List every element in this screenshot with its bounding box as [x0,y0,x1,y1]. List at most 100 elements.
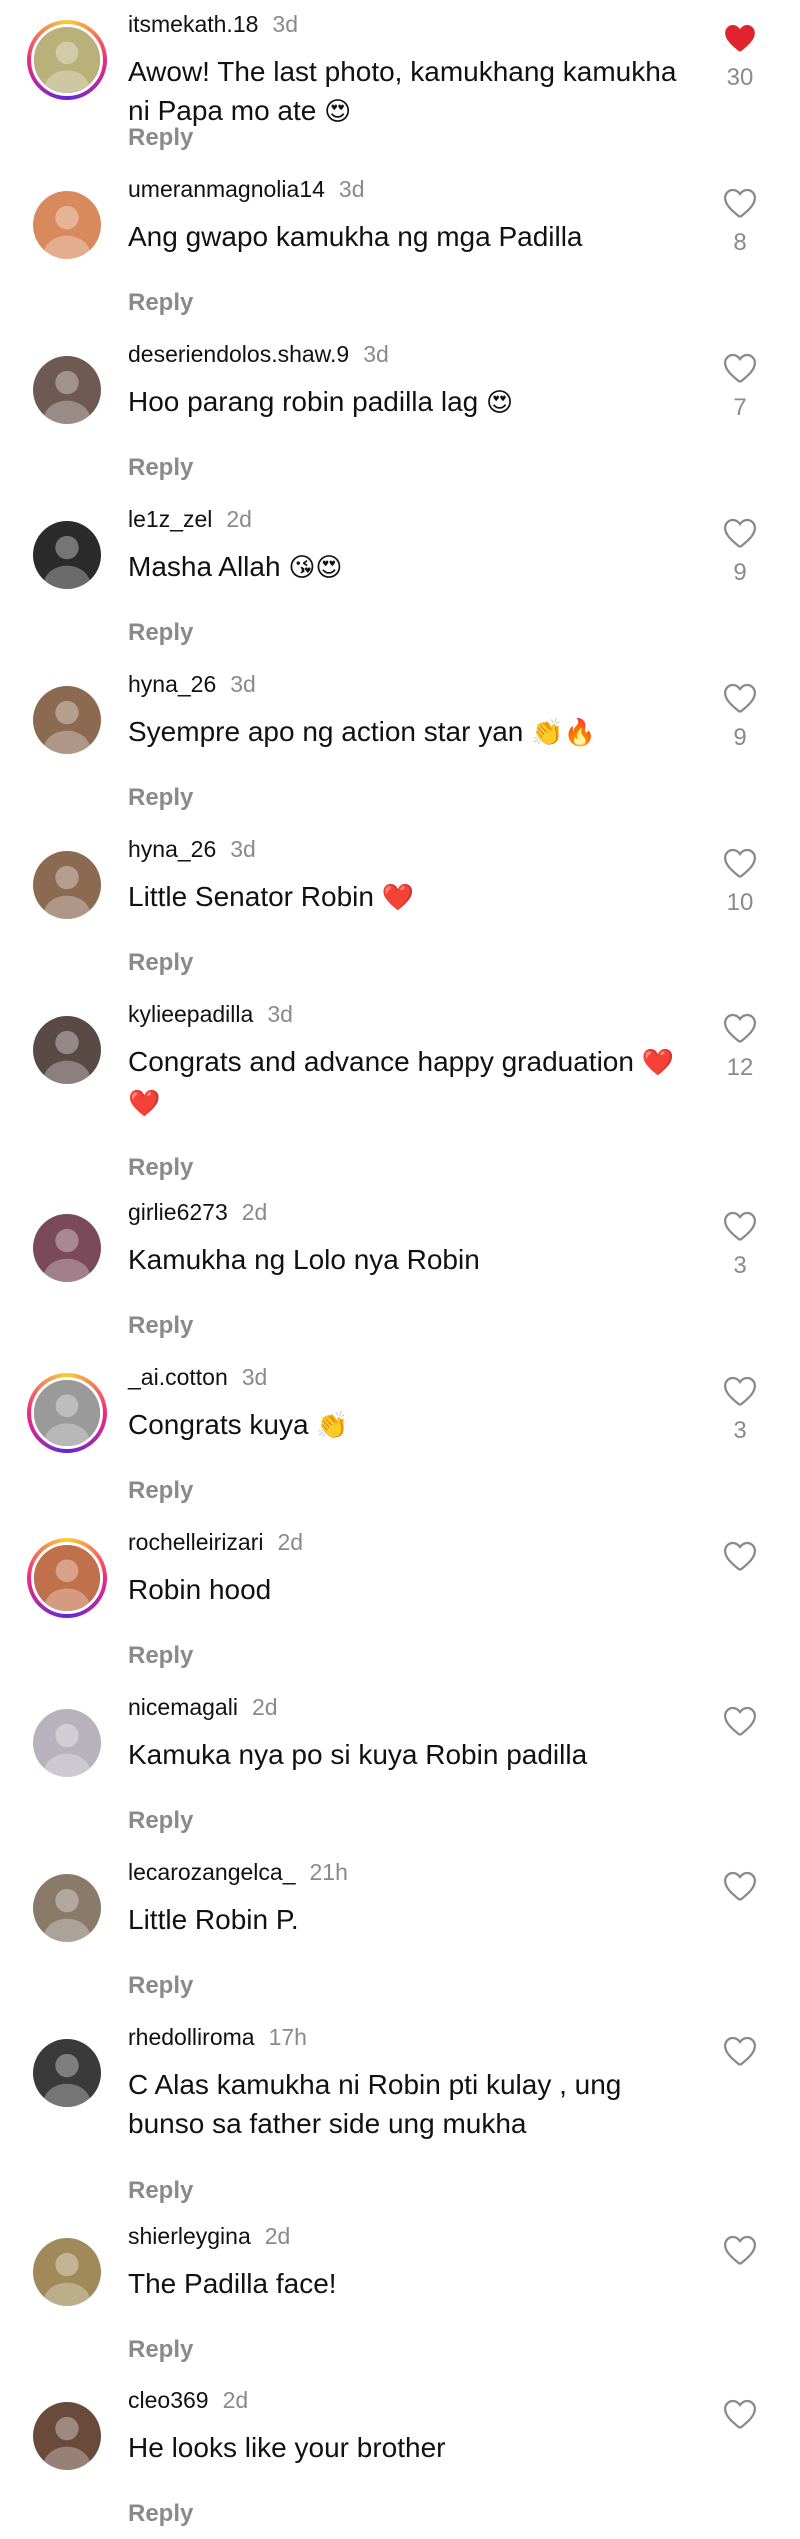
heart-icon[interactable] [712,352,768,384]
username-link[interactable]: nicemagali [128,1694,238,1720]
username-link[interactable]: lecarozangelca_ [128,1859,296,1885]
like-count: 30 [726,64,754,91]
avatar[interactable] [33,1874,101,1942]
heart-icon[interactable] [712,2398,768,2430]
heart-icon[interactable] [712,847,768,879]
avatar-wrap[interactable] [27,185,107,265]
heart-icon[interactable] [712,1210,768,1242]
reply-button[interactable]: Reply [128,2177,193,2205]
avatar[interactable] [33,521,101,589]
avatar-wrap[interactable] [27,1703,107,1783]
heart-icon[interactable] [712,517,768,549]
like-control: 7 [712,352,768,422]
heart-icon[interactable] [712,22,768,54]
avatar-wrap[interactable] [27,2232,107,2312]
username-link[interactable]: deseriendolos.shaw.9 [128,341,349,367]
reply-button[interactable]: Reply [128,1154,193,1182]
reply-button[interactable]: Reply [128,949,193,977]
reply-button[interactable]: Reply [128,1972,193,2000]
comment-meta: umeranmagnolia14 3d [128,175,365,203]
comment-timestamp: 17h [268,2024,307,2050]
username-link[interactable]: cleo369 [128,2387,209,2413]
avatar[interactable] [31,1377,103,1449]
heart-icon[interactable] [712,682,768,714]
reply-button[interactable]: Reply [128,1642,193,1670]
avatar-wrap[interactable] [27,680,107,760]
comment-emoji: 👏 [316,1411,349,1441]
avatar-wrap[interactable] [27,2396,107,2476]
comment-body: The Padilla face! [128,2268,337,2299]
avatar[interactable] [33,1709,101,1777]
like-control: 3 [712,1210,768,1280]
reply-button[interactable]: Reply [128,1807,193,1835]
comment-text: The Padilla face! [128,2264,688,2303]
heart-icon[interactable] [712,2035,768,2067]
avatar[interactable] [31,1542,103,1614]
avatar-wrap[interactable] [27,845,107,925]
avatar[interactable] [33,2039,101,2107]
username-link[interactable]: hyna_26 [128,836,216,862]
comment-timestamp: 2d [264,2223,291,2249]
username-link[interactable]: girlie6273 [128,1199,228,1225]
avatar[interactable] [33,356,101,424]
username-link[interactable]: itsmekath.18 [128,11,258,37]
reply-button[interactable]: Reply [128,2336,193,2364]
reply-button[interactable]: Reply [128,1312,193,1340]
comment-timestamp: 21h [309,1859,348,1885]
comment-text: Kamukha ng Lolo nya Robin [128,1240,688,1279]
avatar[interactable] [33,686,101,754]
comment-body: Little Robin P. [128,1904,299,1935]
avatar-wrap[interactable] [27,1868,107,1948]
username-link[interactable]: _ai.cotton [128,1364,228,1390]
reply-button[interactable]: Reply [128,784,193,812]
avatar[interactable] [33,1214,101,1282]
avatar-story-ring[interactable] [27,1538,107,1618]
avatar-wrap[interactable] [27,1010,107,1090]
avatar[interactable] [33,2402,101,2470]
avatar-story-ring[interactable] [27,20,107,100]
reply-button[interactable]: Reply [128,619,193,647]
like-control: 12 [712,1012,768,1082]
username-link[interactable]: umeranmagnolia14 [128,176,325,202]
avatar[interactable] [33,191,101,259]
comment-text: He looks like your brother [128,2428,688,2467]
avatar[interactable] [33,851,101,919]
comment-meta: le1z_zel 2d [128,505,252,533]
avatar[interactable] [33,2238,101,2306]
reply-button[interactable]: Reply [128,289,193,317]
like-control [712,2234,768,2266]
avatar-wrap[interactable] [27,2033,107,2113]
heart-icon[interactable] [712,1705,768,1737]
avatar[interactable] [31,24,103,96]
username-link[interactable]: le1z_zel [128,506,212,532]
comment-timestamp: 3d [338,176,365,202]
heart-icon[interactable] [712,187,768,219]
heart-icon[interactable] [712,1540,768,1572]
avatar-story-ring[interactable] [27,1373,107,1453]
username-link[interactable]: rochelleirizari [128,1529,263,1555]
avatar-wrap[interactable] [27,350,107,430]
comment-text: Awow! The last photo, kamukhang kamukha … [128,52,688,132]
reply-button[interactable]: Reply [128,2500,193,2528]
reply-button[interactable]: Reply [128,1477,193,1505]
username-link[interactable]: rhedolliroma [128,2024,255,2050]
reply-button[interactable]: Reply [128,124,193,152]
comment-meta: hyna_26 3d [128,670,256,698]
username-link[interactable]: shierleygina [128,2223,251,2249]
like-control [712,1705,768,1737]
comment-text: C Alas kamukha ni Robin pti kulay , ung … [128,2065,688,2143]
comment-timestamp: 3d [363,341,389,367]
heart-icon[interactable] [712,2234,768,2266]
comment-body: Syempre apo ng action star yan [128,716,524,747]
reply-button[interactable]: Reply [128,454,193,482]
username-link[interactable]: kylieepadilla [128,1001,253,1027]
avatar[interactable] [33,1016,101,1084]
heart-icon[interactable] [712,1870,768,1902]
username-link[interactable]: hyna_26 [128,671,216,697]
comment-emoji: 👏🔥 [531,718,596,748]
heart-icon[interactable] [712,1375,768,1407]
heart-icon[interactable] [712,1012,768,1044]
comment-meta: nicemagali 2d [128,1693,278,1721]
avatar-wrap[interactable] [27,1208,107,1288]
avatar-wrap[interactable] [27,515,107,595]
